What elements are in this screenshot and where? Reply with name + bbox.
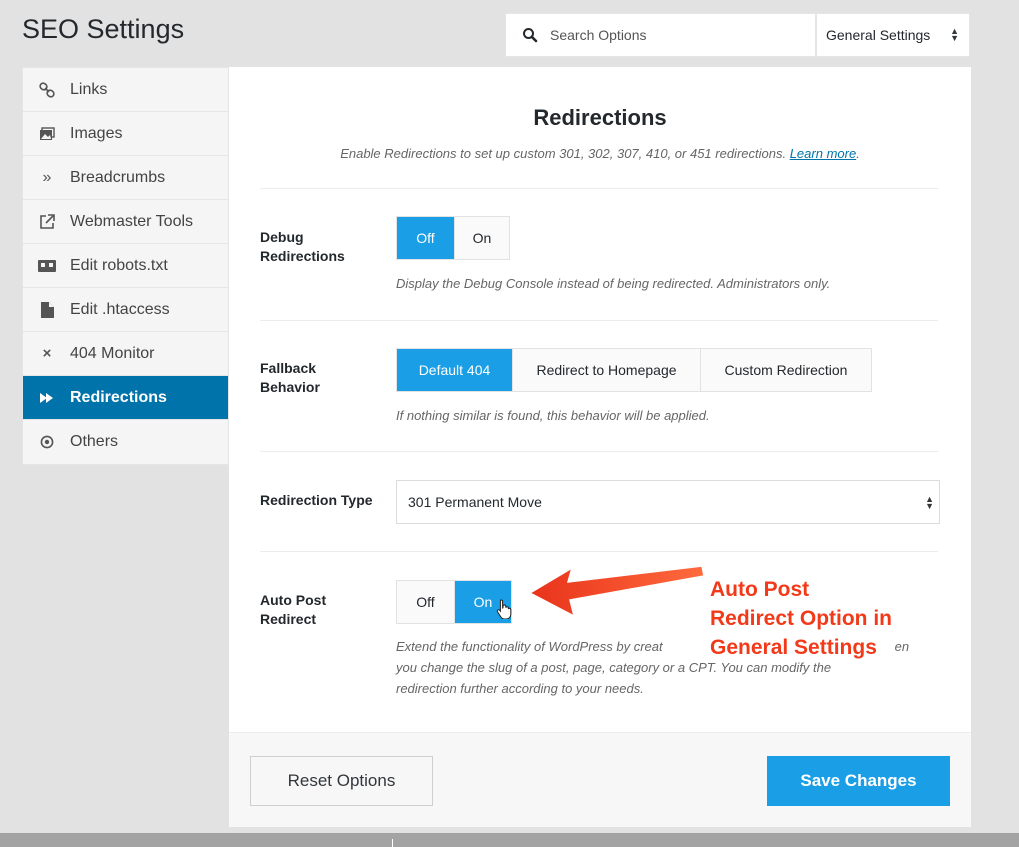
link-icon [38, 81, 56, 98]
close-icon: × [42, 345, 52, 362]
search-input[interactable] [550, 27, 780, 43]
sidebar-item-links[interactable]: Links [23, 68, 228, 112]
auto-post-redirect-label: Auto Post Redirect [260, 592, 327, 627]
fallback-redirect-homepage-button[interactable]: Redirect to Homepage [513, 349, 701, 391]
annotation-callout: Auto Post Redirect Option in General Set… [710, 575, 892, 662]
settings-select-value: General Settings [826, 27, 931, 43]
section-description: Enable Redirections to set up custom 301… [229, 146, 971, 161]
annotation-line-3: General Settings [710, 636, 877, 659]
divider [260, 320, 938, 321]
save-changes-button[interactable]: Save Changes [767, 756, 950, 806]
debug-redirections-label: Debug Redirections [260, 229, 345, 264]
sidebar-item-others[interactable]: Others [23, 420, 228, 464]
footer-bar: Reset Options Save Changes [229, 732, 971, 827]
reset-options-button[interactable]: Reset Options [250, 756, 433, 806]
sidebar-item-edit-robots[interactable]: Edit robots.txt [23, 244, 228, 288]
auto-help-line-3: redirection further according to your ne… [396, 681, 644, 696]
redirection-type-value: 301 Permanent Move [408, 494, 542, 510]
select-arrows-icon: ▲ ▼ [950, 26, 959, 43]
annotation-line-1: Auto Post [710, 578, 810, 601]
debug-on-button[interactable]: On [455, 217, 509, 259]
debug-help-text: Display the Debug Console instead of bei… [396, 276, 831, 291]
sidebar: Links Images » Breadcrumbs Webmaster Too… [22, 67, 229, 465]
redirection-type-select[interactable]: 301 Permanent Move ▲ ▼ [396, 480, 940, 524]
auto-help-line-1-end: en [894, 639, 910, 654]
sidebar-item-label: Redirections [70, 388, 167, 406]
sidebar-item-label: Webmaster Tools [70, 212, 194, 230]
sidebar-item-redirections[interactable]: Redirections [23, 376, 228, 420]
hand-cursor-icon [496, 599, 512, 619]
settings-panel: Redirections Enable Redirections to set … [229, 67, 971, 827]
search-icon [523, 28, 538, 43]
auto-help-line-1: Extend the functionality of WordPress by… [396, 639, 663, 654]
external-link-icon [38, 213, 56, 230]
sidebar-item-404-monitor[interactable]: × 404 Monitor [23, 332, 228, 376]
divider [260, 188, 938, 189]
section-title: Redirections [533, 105, 667, 130]
sidebar-item-label: 404 Monitor [70, 344, 155, 362]
auto-off-button[interactable]: Off [397, 581, 455, 623]
sidebar-item-edit-htaccess[interactable]: Edit .htaccess [23, 288, 228, 332]
sidebar-item-label: Links [70, 80, 108, 98]
sidebar-item-label: Edit robots.txt [70, 256, 168, 274]
divider [260, 551, 938, 552]
sidebar-item-breadcrumbs[interactable]: » Breadcrumbs [23, 156, 228, 200]
annotation-arrow-icon [528, 565, 705, 618]
file-icon [38, 301, 56, 318]
sidebar-item-label: Edit .htaccess [70, 300, 170, 318]
fallback-help-text: If nothing similar is found, this behavi… [396, 408, 710, 423]
page-title: SEO Settings [22, 14, 185, 44]
fallback-behavior-label: Fallback Behavior [260, 360, 320, 395]
sidebar-item-label: Images [70, 124, 123, 142]
select-arrows-icon: ▲ ▼ [925, 494, 934, 511]
bottom-bar [0, 833, 1019, 847]
circle-dot-icon [38, 434, 56, 450]
sidebar-item-images[interactable]: Images [23, 112, 228, 156]
search-box[interactable] [505, 13, 816, 57]
fast-forward-icon [38, 390, 56, 406]
double-chevron-icon: » [42, 168, 52, 186]
fallback-custom-redirection-button[interactable]: Custom Redirection [701, 349, 871, 391]
redirection-type-label: Redirection Type [260, 492, 373, 508]
divider [260, 451, 938, 452]
sidebar-item-webmaster-tools[interactable]: Webmaster Tools [23, 200, 228, 244]
fallback-default-404-button[interactable]: Default 404 [397, 349, 513, 391]
sidebar-item-label: Others [70, 433, 119, 450]
learn-more-link[interactable]: Learn more [790, 146, 856, 161]
debug-off-button[interactable]: Off [397, 217, 455, 259]
fallback-behavior-options: Default 404 Redirect to Homepage Custom … [396, 348, 872, 392]
auto-post-redirect-toggle: Off On [396, 580, 512, 624]
bottom-bar-tick [392, 839, 393, 847]
robot-icon [38, 258, 56, 274]
annotation-line-2: Redirect Option in [710, 607, 893, 630]
description-period: . [856, 146, 860, 161]
images-icon [38, 126, 56, 142]
debug-redirections-toggle: Off On [396, 216, 510, 260]
sidebar-item-label: Breadcrumbs [70, 168, 166, 186]
description-text: Enable Redirections to set up custom 301… [340, 146, 787, 161]
settings-select[interactable]: General Settings ▲ ▼ [816, 13, 970, 57]
